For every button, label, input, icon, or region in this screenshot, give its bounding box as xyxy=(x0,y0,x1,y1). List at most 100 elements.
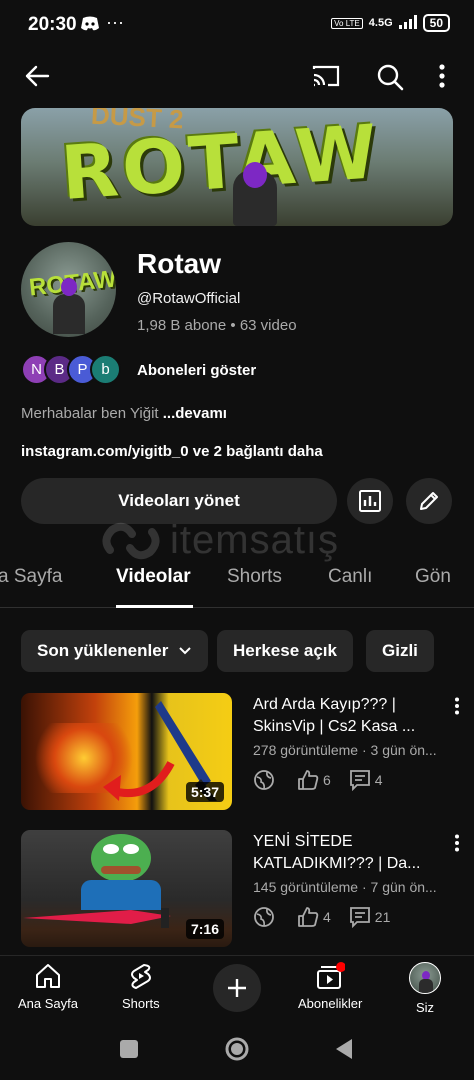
comment-icon xyxy=(349,907,370,928)
kebab-menu-icon xyxy=(455,697,459,715)
video-title-line: KATLADIKMI??? | Da... xyxy=(253,855,421,872)
show-subscribers-link[interactable]: Aboneleri göster xyxy=(137,362,256,379)
nav-subscriptions[interactable]: Abonelikler xyxy=(298,962,362,1011)
like-count: 6 xyxy=(323,772,331,788)
channel-links[interactable]: instagram.com/yigitb_0 ve 2 bağlantı dah… xyxy=(21,443,323,460)
nav-home-label: Ana Sayfa xyxy=(18,996,78,1011)
more-links[interactable]: ve 2 bağlantı daha xyxy=(189,443,323,460)
pepe-mouth xyxy=(101,866,141,874)
video-meta: 278 görüntüleme · 3 gün ön... xyxy=(253,742,437,758)
nav-shorts-label: Shorts xyxy=(122,996,160,1011)
video-duration: 7:16 xyxy=(185,919,224,939)
channel-name: Rotaw xyxy=(137,248,221,279)
video-stats: 4 21 xyxy=(253,906,390,928)
globe-icon xyxy=(254,907,274,927)
channel-banner[interactable]: DUST 2 ROTAW xyxy=(21,108,453,226)
shorts-icon xyxy=(130,964,151,989)
status-indicators: Vo LTE 4.5G 50 xyxy=(331,14,450,32)
signal-icon xyxy=(398,14,417,32)
more-notifications-icon: ··· xyxy=(106,12,124,32)
comment-icon xyxy=(349,770,370,791)
profile-avatar-body xyxy=(419,979,433,993)
like-count: 4 xyxy=(323,909,331,925)
active-tab-indicator xyxy=(116,605,193,608)
search-button[interactable] xyxy=(376,63,404,91)
avatar-character-head xyxy=(61,278,77,296)
video-stats: 6 4 xyxy=(253,769,383,791)
status-bar: 20:30 ··· Vo LTE 4.5G 50 xyxy=(0,0,474,50)
create-button[interactable] xyxy=(213,964,261,1012)
video-menu-button[interactable] xyxy=(454,697,460,720)
network-type: 4.5G xyxy=(368,17,393,29)
pepe-eye xyxy=(123,844,139,854)
video-title[interactable]: YENİ SİTEDE KATLADIKMI??? | Da... xyxy=(253,831,443,875)
filter-public-chip[interactable]: Herkese açık xyxy=(217,630,353,672)
channel-stats: 1,98 B abone • 63 video xyxy=(137,317,297,334)
thumbs-up-icon xyxy=(298,907,319,927)
sort-dropdown[interactable]: Son yüklenenler xyxy=(21,630,209,672)
search-icon xyxy=(377,64,404,91)
discord-icon xyxy=(80,16,100,37)
cast-icon xyxy=(312,65,340,87)
nav-you-label: Siz xyxy=(415,1000,435,1015)
primary-link[interactable]: instagram.com/yigitb_0 xyxy=(21,443,189,460)
system-navigation-bar xyxy=(0,1023,474,1080)
video-thumbnail[interactable]: 5:37 xyxy=(21,693,232,810)
thumbs-up-icon xyxy=(298,770,319,790)
subscriber-avatars[interactable]: N B P b xyxy=(21,354,121,385)
status-time: 20:30 xyxy=(28,14,77,35)
cast-button[interactable] xyxy=(312,64,340,88)
video-thumbnail[interactable]: 7:16 xyxy=(21,830,232,947)
sort-label: Son yüklenenler xyxy=(37,641,169,660)
video-title-line: SkinsVip | Cs2 Kasa ... xyxy=(253,718,416,735)
home-system-button[interactable] xyxy=(224,1036,250,1067)
nav-you[interactable]: Siz xyxy=(409,962,441,1015)
volte-icon: Vo LTE xyxy=(331,17,363,29)
edit-channel-button[interactable] xyxy=(406,478,452,524)
more-options-button[interactable] xyxy=(438,64,446,88)
home-icon xyxy=(36,964,60,988)
tab-posts[interactable]: Gön xyxy=(415,566,451,588)
description-text: Merhabalar ben Yiğit xyxy=(21,405,159,422)
channel-description[interactable]: Merhabalar ben Yiğit ...devamı xyxy=(21,405,227,422)
description-more[interactable]: ...devamı xyxy=(159,405,227,422)
pencil-icon xyxy=(420,492,438,510)
banner-character xyxy=(233,162,277,226)
filter-private-chip[interactable]: Gizli xyxy=(366,630,434,672)
subscriptions-icon xyxy=(317,962,346,989)
analytics-button[interactable] xyxy=(347,478,393,524)
video-title-line: Ard Arda Kayıp??? | xyxy=(253,696,396,713)
pepe-head xyxy=(91,834,151,882)
nav-subscriptions-label: Abonelikler xyxy=(298,996,363,1011)
circle-icon xyxy=(225,1037,249,1061)
back-button[interactable] xyxy=(24,64,50,88)
video-title-line: YENİ SİTEDE xyxy=(253,833,353,850)
recents-button[interactable] xyxy=(119,1039,139,1064)
tab-shorts[interactable]: Shorts xyxy=(227,566,282,588)
arrow-left-icon xyxy=(25,65,50,87)
channel-avatar[interactable]: ROTAW xyxy=(21,242,116,337)
kebab-menu-icon xyxy=(439,64,445,88)
avatar-character-body xyxy=(53,294,85,334)
nav-shorts[interactable]: Shorts xyxy=(122,962,160,1011)
globe-icon xyxy=(254,770,274,790)
back-system-button[interactable] xyxy=(334,1038,354,1065)
pepe-eye xyxy=(103,844,119,854)
knife-icon xyxy=(23,908,171,928)
subscriber-avatar: b xyxy=(90,354,121,385)
profile-avatar xyxy=(409,962,441,994)
tab-home[interactable]: a Sayfa xyxy=(0,566,62,588)
chevron-down-icon xyxy=(179,647,192,655)
nav-home[interactable]: Ana Sayfa xyxy=(18,962,78,1011)
plus-icon xyxy=(228,979,246,997)
tab-videos[interactable]: Videolar xyxy=(116,566,191,588)
battery-indicator: 50 xyxy=(422,14,450,32)
channel-tabs: a Sayfa Videolar Shorts Canlı Gön xyxy=(0,556,474,608)
video-menu-button[interactable] xyxy=(454,834,460,857)
tab-live[interactable]: Canlı xyxy=(328,566,372,588)
video-duration: 5:37 xyxy=(185,782,224,802)
red-arrow-icon xyxy=(103,761,175,801)
channel-handle: @RotawOfficial xyxy=(137,290,241,307)
triangle-back-icon xyxy=(336,1039,352,1059)
video-title[interactable]: Ard Arda Kayıp??? | SkinsVip | Cs2 Kasa … xyxy=(253,694,443,738)
